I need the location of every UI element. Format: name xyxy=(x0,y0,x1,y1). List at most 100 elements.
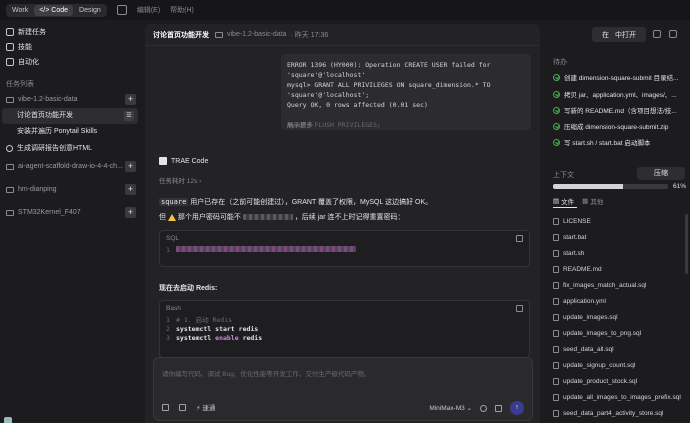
project-stm32[interactable]: STM32Kernel_F407 + xyxy=(0,204,140,221)
compress-button[interactable]: 压缩 xyxy=(637,167,685,180)
code-language: SQL xyxy=(166,235,180,242)
task-time[interactable]: 任务耗时 12s › xyxy=(159,175,201,185)
task-item-selected[interactable]: 讨论首页功能开发 ☰ xyxy=(2,108,138,124)
model-label: MiniMax-M3 xyxy=(429,405,465,412)
file-item[interactable]: fix_images_match_actual.sql xyxy=(553,282,646,289)
agent-name: TRAE Code xyxy=(171,157,209,165)
paragraph-text: 但 xyxy=(159,214,166,221)
todo-heading: 待办 xyxy=(553,59,567,66)
add-task-button[interactable]: + xyxy=(125,94,136,105)
todo-text: 写新的 README.md（含项目想法/技... xyxy=(564,108,677,115)
panel-toggle-icon[interactable] xyxy=(669,30,677,38)
file-name: seed_data_all.sql xyxy=(563,346,614,353)
mode-code-button[interactable]: </> Code xyxy=(34,4,74,16)
skills-button[interactable]: 技能 xyxy=(0,39,140,54)
terminal-line: ERROR 1396 (HY000): Operation CREATE USE… xyxy=(287,61,491,79)
chat-input[interactable]: 请你编写代码、调试 Bug、优化性能等开发工作，交付生产级代码产物。 ⚡ 速通 … xyxy=(153,357,533,421)
panel-icon[interactable] xyxy=(653,30,661,38)
mode-design-button[interactable]: Design xyxy=(74,5,106,16)
speed-mode-button[interactable]: ⚡ 速通 xyxy=(196,402,215,412)
tab-other[interactable]: ▦ 其他 xyxy=(582,196,603,206)
automation-button[interactable]: 自动化 xyxy=(0,54,140,69)
file-item[interactable]: LICENSE xyxy=(553,218,591,225)
open-label: 中打开 xyxy=(615,31,636,39)
automation-icon xyxy=(6,57,14,66)
chat-title: 讨论首页功能开发 xyxy=(153,31,209,39)
check-icon xyxy=(553,73,560,81)
file-item[interactable]: update_all_images_to_images_prefix.sql xyxy=(553,394,681,401)
tab-files[interactable]: ▤ 文件 xyxy=(553,196,574,206)
project-hm[interactable]: hm-dianping + xyxy=(0,181,140,198)
warning-icon xyxy=(167,213,176,221)
mode-switcher: Work </> Code Design xyxy=(6,3,107,17)
file-name: application.yml xyxy=(563,298,606,305)
file-item[interactable]: start.bat xyxy=(553,234,586,241)
avatar[interactable] xyxy=(4,417,12,423)
model-select[interactable]: MiniMax-M3 ⌄ xyxy=(429,404,472,412)
add-task-button[interactable]: + xyxy=(125,161,136,172)
menu-help[interactable]: 帮助(H) xyxy=(170,5,194,15)
add-task-button[interactable]: + xyxy=(125,207,136,218)
file-icon xyxy=(553,234,559,241)
menu-edit[interactable]: 编辑(E) xyxy=(137,5,160,15)
project-vibe[interactable]: vibe-1.2-basic-data + xyxy=(0,91,140,108)
task-label: 安装并遍历 Ponytail Skills xyxy=(17,128,98,135)
task-item[interactable]: 安装并遍历 Ponytail Skills xyxy=(0,124,140,140)
chat-folder-name: vibe-1.2-basic-data xyxy=(227,31,287,38)
mode-work-button[interactable]: Work xyxy=(7,5,33,16)
file-item[interactable]: start.sh xyxy=(553,250,584,257)
file-item[interactable]: seed_data_all.sql xyxy=(553,346,614,353)
code-token: redis xyxy=(238,325,259,333)
top-bar: Work </> Code Design 编辑(E) 帮助(H) xyxy=(0,0,690,20)
file-item[interactable]: application.yml xyxy=(553,298,606,305)
todo-item: 写 start.sh / start.bat 启动脚本 xyxy=(553,137,690,147)
file-item[interactable]: update_signup_count.sql xyxy=(553,362,635,369)
file-icon xyxy=(553,314,559,321)
scrollbar[interactable] xyxy=(685,214,688,274)
todo-text: 拷贝 jar、application.yml、images/、... xyxy=(564,92,677,99)
copy-icon[interactable] xyxy=(516,305,523,312)
task-list-icon[interactable]: ☰ xyxy=(124,111,134,121)
line-number: 3 xyxy=(166,334,170,342)
check-icon xyxy=(553,138,560,146)
progress-fill xyxy=(553,184,624,189)
send-button[interactable]: ↑ xyxy=(510,401,524,415)
new-task-button[interactable]: 新建任务 xyxy=(0,24,140,39)
open-prefix: 在 xyxy=(602,31,609,39)
show-more-link[interactable]: 展示更多 xyxy=(287,119,313,129)
file-name: update_all_images_to_images_prefix.sql xyxy=(563,394,681,401)
copy-icon[interactable] xyxy=(516,235,523,242)
trae-logo-icon xyxy=(159,157,167,165)
mode-code-label: Code xyxy=(51,6,69,14)
file-item[interactable]: update_product_stock.sql xyxy=(553,378,637,385)
mic-icon[interactable] xyxy=(480,404,487,412)
speed-mode-label: 速通 xyxy=(202,405,216,412)
attach-icon[interactable] xyxy=(179,403,186,411)
file-item[interactable]: README.md xyxy=(553,266,602,273)
agent-header: TRAE Code xyxy=(159,157,208,165)
image-icon[interactable] xyxy=(162,403,169,411)
code-line: 1 xyxy=(160,246,529,255)
input-right-tools: MiniMax-M3 ⌄ ↑ xyxy=(429,401,524,415)
sidebar-toggle-icon[interactable] xyxy=(116,5,127,15)
file-item[interactable]: seed_data_part4_activity_store.sql xyxy=(553,410,663,417)
file-item[interactable]: update_images_to_png.sql xyxy=(553,330,641,337)
todo-item: 压缩成 dimension-square-submit.zip xyxy=(553,121,690,131)
folder-icon xyxy=(6,209,14,216)
code-header: SQL xyxy=(160,231,529,246)
code-line: 2 systemctl start redis xyxy=(160,325,529,334)
project-ai-agent[interactable]: ai-agent-scaffold-draw-io-4-4-ch... + xyxy=(0,158,140,175)
todo-item: 创建 dimension-square-submit 目录结... xyxy=(553,72,690,82)
code-comment: # 1. 启动 Redis xyxy=(176,316,233,324)
file-name: update_images_to_png.sql xyxy=(563,330,642,337)
standalone-task[interactable]: 生成调研报告创意HTML xyxy=(0,140,140,156)
file-item[interactable]: update_images.sql xyxy=(553,314,618,321)
add-task-button[interactable]: + xyxy=(125,184,136,195)
chat-panel: 讨论首页功能开发 vibe-1.2-basic-data · 昨天 17:36 … xyxy=(145,24,540,423)
settings-icon[interactable] xyxy=(495,404,502,412)
file-name: update_signup_count.sql xyxy=(563,362,636,369)
file-tabs: ▤ 文件 ▦ 其他 xyxy=(553,196,603,206)
code-line: 3 systemctl enable redis xyxy=(160,334,529,343)
file-icon xyxy=(553,266,559,273)
open-in-button[interactable]: 在 中打开 xyxy=(592,27,646,42)
